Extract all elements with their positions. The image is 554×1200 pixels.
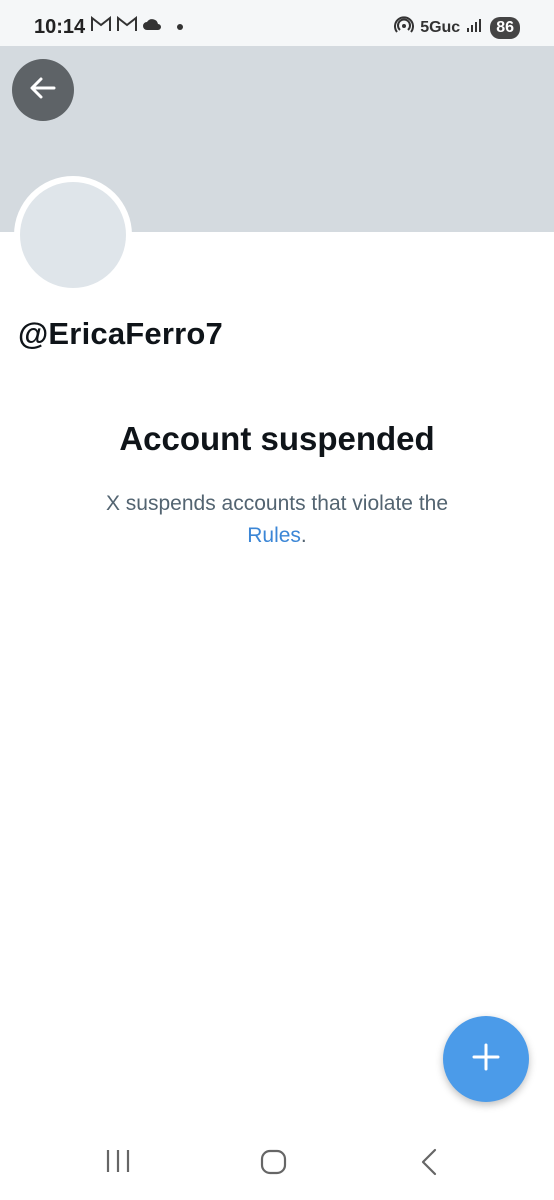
home-button[interactable]: [259, 1148, 289, 1181]
system-nav-bar: [0, 1130, 554, 1200]
suspended-title: Account suspended: [119, 420, 435, 457]
nav-back-button[interactable]: [418, 1148, 442, 1181]
suspended-desc-text: X suspends accounts that violate the: [105, 492, 449, 515]
status-right: 5Guc 86: [394, 15, 520, 40]
home-icon: [259, 1148, 289, 1181]
gmail-icon: [116, 15, 138, 37]
plus-icon: [471, 1042, 501, 1077]
notification-icons: [90, 15, 184, 37]
chevron-left-icon: [418, 1148, 442, 1181]
status-time: 10:14: [34, 16, 86, 38]
network-label: 5Guc: [420, 18, 461, 36]
hotspot-icon: [394, 15, 415, 40]
profile-handle: @EricaFerro7: [18, 316, 223, 351]
suspended-desc-period: .: [300, 524, 307, 547]
gmail-icon: [90, 15, 112, 37]
arrow-left-icon: [28, 73, 58, 108]
compose-button[interactable]: [443, 1016, 529, 1102]
battery-indicator: 86: [490, 16, 520, 39]
back-button[interactable]: [12, 59, 74, 121]
recent-apps-button[interactable]: [104, 1148, 134, 1179]
avatar: [20, 182, 126, 288]
recent-apps-icon: [104, 1148, 134, 1179]
suspended-description: X suspends accounts that violate the Rul…: [60, 488, 494, 552]
cloud-icon: [142, 17, 162, 36]
dot-icon: [176, 18, 184, 36]
avatar-frame: [14, 176, 132, 294]
rules-link[interactable]: Rules: [247, 524, 301, 547]
status-bar: 10:14 5Guc 86: [0, 0, 554, 46]
signal-icon: [466, 17, 484, 38]
